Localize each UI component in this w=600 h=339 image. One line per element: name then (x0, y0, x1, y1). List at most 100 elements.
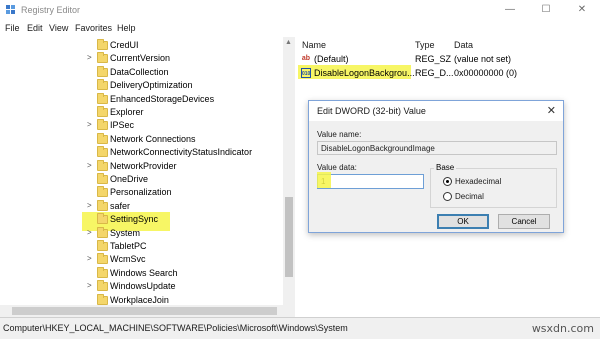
tree-item[interactable]: TabletPC (0, 240, 282, 253)
value-type: REG_SZ (415, 54, 452, 64)
folder-icon (97, 293, 108, 305)
value-name: (Default) (314, 54, 349, 64)
tree-item[interactable]: NetworkConnectivityStatusIndicator (0, 146, 282, 159)
tree-item-label: Personalization (110, 187, 172, 198)
tree-item[interactable]: DeliveryOptimization (0, 79, 282, 92)
tree-item-label: CredUI (110, 40, 139, 50)
ok-button[interactable]: OK (437, 214, 489, 229)
tree-item[interactable]: > CurrentVersion (0, 52, 282, 65)
dialog-title-bar: Edit DWORD (32-bit) Value ✕ (309, 101, 563, 121)
tree-item[interactable]: OneDrive (0, 173, 282, 186)
scroll-up-icon[interactable]: ▲ (285, 39, 292, 46)
folder-icon (97, 186, 108, 198)
value-name: DisableLogonBackgrou... (314, 68, 415, 78)
expand-chevron-icon[interactable]: > (87, 53, 92, 62)
value-data-highlight (317, 172, 331, 188)
folder-icon (97, 39, 108, 50)
folder-icon (97, 266, 108, 278)
tree-item-label: Windows Search (110, 267, 178, 278)
column-header-name[interactable]: Name (302, 40, 326, 50)
tree-item-label: TabletPC (110, 241, 147, 251)
tree-horizontal-scrollbar[interactable] (0, 305, 295, 317)
folder-icon (97, 253, 108, 265)
column-header-type[interactable]: Type (415, 40, 435, 50)
tree-item-label: safer (110, 200, 131, 211)
tree-item-label: WorkplaceJoin (110, 294, 169, 305)
menu-file[interactable]: File (5, 23, 20, 33)
tree-item-label: WindowsUpdate (110, 281, 176, 292)
list-row[interactable]: 010 DisableLogonBackgrou... REG_D... 0x0… (296, 66, 600, 80)
folder-icon (97, 65, 108, 77)
tree-item-label: NetworkConnectivityStatusIndicator (110, 147, 253, 158)
folder-icon (97, 79, 108, 91)
dword-value-icon: 010 (301, 68, 311, 78)
tree-item[interactable]: > IPSec (0, 119, 282, 132)
tree-item-label: OneDrive (110, 174, 149, 184)
string-value-icon: ab (301, 55, 311, 62)
tree-item[interactable]: CredUI (0, 39, 282, 52)
scroll-thumb[interactable] (285, 197, 293, 277)
expand-chevron-icon[interactable]: > (87, 228, 92, 237)
tree-item[interactable]: > WindowsUpdate (0, 280, 282, 293)
value-data-input[interactable]: 1 (317, 174, 424, 189)
value-data: (value not set) (454, 54, 512, 64)
registry-path: Computer\HKEY_LOCAL_MACHINE\SOFTWARE\Pol… (3, 323, 348, 333)
expand-chevron-icon[interactable]: > (87, 281, 92, 290)
folder-icon (97, 280, 108, 292)
menu-view[interactable]: View (49, 23, 68, 33)
cancel-button[interactable]: Cancel (498, 214, 550, 229)
expand-chevron-icon[interactable]: > (87, 201, 92, 210)
base-label: Base (434, 163, 457, 172)
horizontal-scroll-thumb[interactable] (12, 307, 277, 315)
tree-item[interactable]: EnhancedStorageDevices (0, 92, 282, 106)
tree-item[interactable]: > WcmSvc (0, 253, 282, 266)
folder-icon (97, 92, 108, 104)
title-bar: Registry Editor — ☐ ✕ (0, 0, 600, 20)
tree-item-label: Explorer (110, 107, 144, 117)
tree-item[interactable]: SettingSync (0, 213, 282, 226)
tree-item[interactable]: Personalization (0, 186, 282, 199)
maximize-button[interactable]: ☐ (532, 0, 560, 20)
expand-chevron-icon[interactable]: > (87, 161, 92, 170)
tree-item-label: SettingSync (110, 214, 159, 225)
menu-favorites[interactable]: Favorites (75, 23, 112, 33)
expand-chevron-icon[interactable]: > (87, 254, 92, 263)
tree-item-label: WcmSvc (110, 254, 146, 265)
decimal-radio[interactable] (443, 192, 452, 201)
hexadecimal-radio[interactable] (443, 177, 452, 186)
tree-item[interactable]: Windows Search (0, 266, 282, 280)
edit-dword-dialog: Edit DWORD (32-bit) Value ✕ Value name: … (308, 100, 564, 233)
tree-item[interactable]: > NetworkProvider (0, 159, 282, 173)
folder-icon (97, 213, 108, 225)
tree-item[interactable]: > System (0, 226, 282, 240)
value-data-label: Value data: (317, 163, 357, 172)
folder-icon (97, 159, 108, 171)
tree-item[interactable]: Network Connections (0, 132, 282, 146)
tree-item[interactable]: DataCollection (0, 65, 282, 79)
close-button[interactable]: ✕ (568, 0, 596, 20)
column-header-data[interactable]: Data (454, 40, 473, 50)
tree-item-label: EnhancedStorageDevices (110, 93, 215, 104)
tree-item-label: DataCollection (110, 66, 169, 77)
window-title: Registry Editor (21, 5, 81, 15)
minimize-button[interactable]: — (496, 0, 524, 20)
folder-icon (97, 226, 108, 238)
decimal-label[interactable]: Decimal (455, 192, 484, 201)
folder-icon (97, 146, 108, 158)
hexadecimal-label[interactable]: Hexadecimal (455, 177, 501, 186)
tree-item-label: Network Connections (110, 133, 196, 144)
folder-icon (97, 173, 108, 184)
tree-item-label: CurrentVersion (110, 53, 171, 64)
list-row[interactable]: ab (Default) REG_SZ (value not set) (296, 52, 600, 66)
registry-editor-icon (6, 5, 15, 14)
watermark: wsxdn.com (531, 322, 594, 335)
menu-help[interactable]: Help (117, 23, 136, 33)
folder-icon (97, 119, 108, 131)
menu-edit[interactable]: Edit (27, 23, 43, 33)
expand-chevron-icon[interactable]: > (87, 120, 92, 129)
tree-item-label: System (110, 227, 141, 238)
tree-item[interactable]: Explorer (0, 106, 282, 119)
tree-vertical-scrollbar[interactable]: ▲ ▼ (283, 37, 295, 317)
dialog-close-icon[interactable]: ✕ (547, 104, 556, 117)
tree-item[interactable]: > safer (0, 199, 282, 213)
